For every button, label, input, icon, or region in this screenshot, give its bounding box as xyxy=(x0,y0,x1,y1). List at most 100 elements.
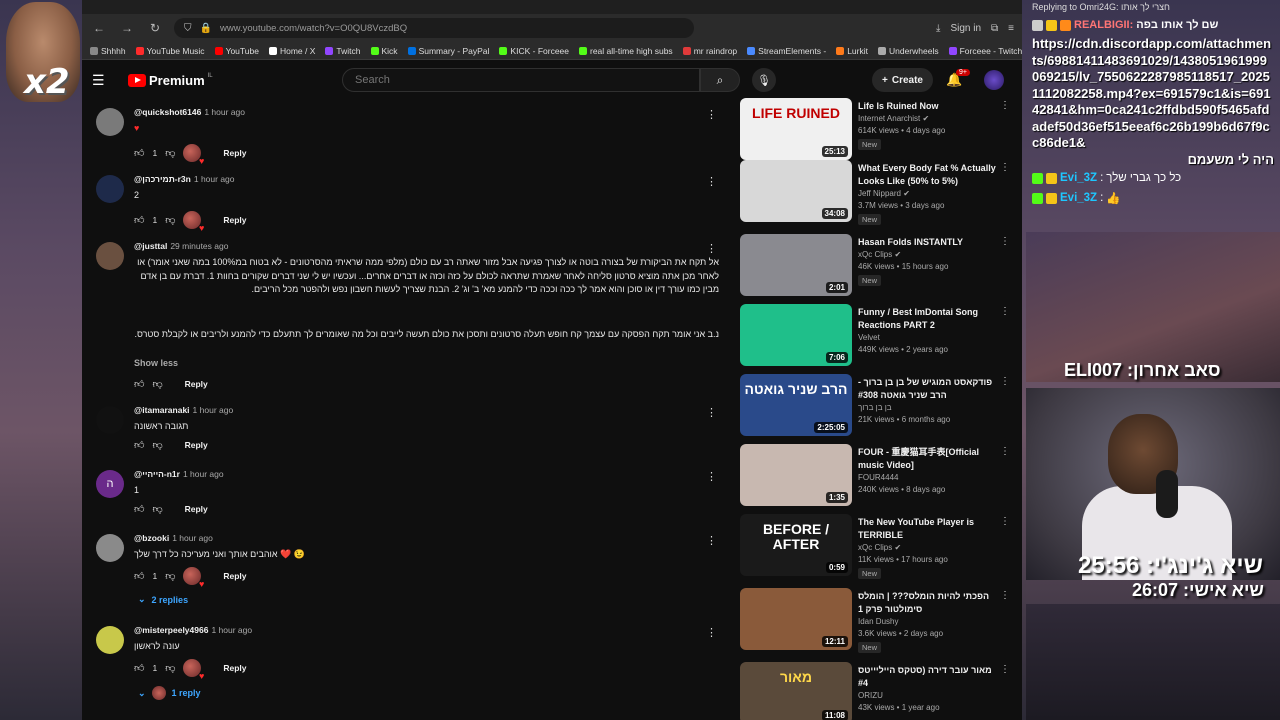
comment-time[interactable]: 1 hour ago xyxy=(172,533,213,543)
bookmark[interactable]: Forceee - Twitch xyxy=(948,46,1022,56)
video-channel[interactable]: FOUR4444 xyxy=(858,473,898,482)
address-bar[interactable]: ⛉ 🔒 www.youtube.com/watch?v=O0QU8VczdBQ xyxy=(174,18,694,38)
like-icon[interactable]: 👍︎ xyxy=(134,378,144,390)
more-icon[interactable]: ⋮ xyxy=(1000,376,1010,387)
video-thumbnail[interactable]: LIFE RUINED 25:13 xyxy=(740,98,852,160)
video-thumbnail[interactable]: הרב שניר גואטה 2:25:05 xyxy=(740,374,852,436)
video-thumbnail[interactable]: 1:35 xyxy=(740,444,852,506)
comment-author[interactable]: @תמירכהן-r3n xyxy=(134,174,191,184)
video-channel[interactable]: בן בן ברוך xyxy=(858,403,892,412)
voice-search-button[interactable]: 🎙 xyxy=(752,68,776,92)
bookmark[interactable]: YouTube xyxy=(214,46,259,56)
view-replies-button[interactable]: ⌄ 1 reply xyxy=(138,686,201,700)
reply-button[interactable]: Reply xyxy=(223,148,246,158)
menu-icon[interactable]: ≡ xyxy=(1008,23,1014,34)
reply-button[interactable]: Reply xyxy=(185,379,208,389)
more-icon[interactable]: ⋮ xyxy=(1000,446,1010,457)
avatar[interactable] xyxy=(96,406,124,434)
like-icon[interactable]: 👍︎ xyxy=(134,439,144,451)
video-thumbnail[interactable]: BEFORE / AFTER 0:59 xyxy=(740,514,852,576)
video-channel[interactable]: xQc Clips ✔ xyxy=(858,250,901,259)
more-icon[interactable]: ⋮ xyxy=(706,175,717,188)
video-channel[interactable]: Jeff Nippard ✔ xyxy=(858,189,910,198)
reload-icon[interactable]: ↻ xyxy=(146,21,164,35)
bookmark[interactable]: KICK - Forceee xyxy=(499,46,569,56)
video-thumbnail[interactable]: 2:01 xyxy=(740,234,852,296)
account-avatar[interactable] xyxy=(984,70,1004,90)
video-thumbnail[interactable]: 34:08 xyxy=(740,160,852,222)
view-replies-button[interactable]: ⌄ 2 replies xyxy=(138,594,188,605)
video-thumbnail[interactable]: 7:06 xyxy=(740,304,852,366)
video-item[interactable]: LIFE RUINED 25:13 Life Is Ruined Now Intern… xyxy=(740,98,1012,164)
more-icon[interactable]: ⋮ xyxy=(706,108,717,121)
show-less-button[interactable]: Show less xyxy=(134,358,178,368)
like-icon[interactable]: 👍︎ xyxy=(134,570,144,582)
extensions-icon[interactable]: ⧉ xyxy=(991,23,998,34)
avatar[interactable] xyxy=(96,175,124,203)
video-title[interactable]: What Every Body Fat % Actually Looks Lik… xyxy=(858,162,996,187)
reply-button[interactable]: Reply xyxy=(223,215,246,225)
forward-icon[interactable]: → xyxy=(118,21,136,35)
avatar[interactable] xyxy=(96,626,124,654)
comment-time[interactable]: 1 hour ago xyxy=(204,107,245,117)
video-item[interactable]: 7:06 Funny / Best ImDontai Song Reactions… xyxy=(740,304,1012,370)
dislike-icon[interactable]: 👎︎ xyxy=(165,570,175,582)
avatar[interactable] xyxy=(96,534,124,562)
video-item[interactable]: הרב שניר גואטה 2:25:05 פודקאסט המוגיש של ב… xyxy=(740,374,1012,440)
comment-author[interactable]: @הייהיי-n1r xyxy=(134,469,180,479)
bookmark[interactable]: Twitch xyxy=(325,46,361,56)
more-icon[interactable]: ⋮ xyxy=(1000,236,1010,247)
like-icon[interactable]: 👍︎ xyxy=(134,214,144,226)
comment-author[interactable]: @misterpeely4966 xyxy=(134,625,208,635)
create-button[interactable]: + Create xyxy=(872,68,933,92)
bookmark[interactable]: YouTube Music xyxy=(135,46,205,56)
more-icon[interactable]: ⋮ xyxy=(706,470,717,483)
comment-author[interactable]: @quickshot6146 xyxy=(134,107,201,117)
video-channel[interactable]: Velvet xyxy=(858,333,880,342)
reply-button[interactable]: Reply xyxy=(223,571,246,581)
more-icon[interactable]: ⋮ xyxy=(1000,664,1010,675)
video-title[interactable]: פודקאסט המוגיש של בן בן ברוך - הרב שניר … xyxy=(858,376,996,401)
bookmark[interactable]: StreamElements - xyxy=(747,46,826,56)
video-item[interactable]: BEFORE / AFTER 0:59 The New YouTube Player… xyxy=(740,514,1012,580)
more-icon[interactable]: ⋮ xyxy=(706,534,717,547)
comment-time[interactable]: 29 minutes ago xyxy=(170,241,228,251)
reply-button[interactable]: Reply xyxy=(185,440,208,450)
reply-button[interactable]: Reply xyxy=(223,663,246,673)
bookmark[interactable]: Summary - PayPal xyxy=(407,46,489,56)
more-icon[interactable]: ⋮ xyxy=(1000,100,1010,111)
more-icon[interactable]: ⋮ xyxy=(1000,516,1010,527)
comment-time[interactable]: 1 hour ago xyxy=(183,469,224,479)
video-title[interactable]: Funny / Best ImDontai Song Reactions PAR… xyxy=(858,306,996,331)
video-item[interactable]: 12:11 הפכתי להיות הומלס??? | הומלס סימולט… xyxy=(740,588,1012,654)
video-thumbnail[interactable]: מאור 11:08 xyxy=(740,662,852,720)
video-item[interactable]: מאור 11:08 מאור עובר דירה (סטקס הייליייטס … xyxy=(740,662,1012,720)
more-icon[interactable]: ⋮ xyxy=(706,242,717,255)
like-icon[interactable]: 👍︎ xyxy=(134,662,144,674)
dislike-icon[interactable]: 👎︎ xyxy=(152,439,162,451)
dislike-icon[interactable]: 👎︎ xyxy=(165,147,175,159)
search-button[interactable]: ⌕ xyxy=(700,68,740,92)
comment-author[interactable]: @justtal xyxy=(134,241,167,251)
video-channel[interactable]: ORIZU xyxy=(858,691,883,700)
more-icon[interactable]: ⋮ xyxy=(1000,162,1010,173)
video-channel[interactable]: Internet Anarchist ✔ xyxy=(858,114,929,123)
dislike-icon[interactable]: 👎︎ xyxy=(165,662,175,674)
video-title[interactable]: Life Is Ruined Now xyxy=(858,100,996,113)
comment-author[interactable]: @bzooki xyxy=(134,533,169,543)
bookmark[interactable]: Shhhh xyxy=(90,46,126,56)
bookmark[interactable]: mr raindrop xyxy=(682,46,737,56)
avatar[interactable]: ה xyxy=(96,470,124,498)
video-item[interactable]: 1:35 FOUR - 重慶猫耳手表[Official music Video] F… xyxy=(740,444,1012,510)
search-input[interactable] xyxy=(355,74,699,86)
like-icon[interactable]: 👍︎ xyxy=(134,147,144,159)
signin-button[interactable]: Sign in xyxy=(950,23,981,34)
bookmark[interactable]: real all-time high subs xyxy=(579,46,673,56)
video-item[interactable]: 34:08 What Every Body Fat % Actually Look… xyxy=(740,160,1012,226)
dislike-icon[interactable]: 👎︎ xyxy=(152,378,162,390)
hamburger-icon[interactable]: ☰ xyxy=(92,72,114,89)
dislike-icon[interactable]: 👎︎ xyxy=(165,214,175,226)
avatar[interactable] xyxy=(96,108,124,136)
bookmark[interactable]: Lurkit xyxy=(836,46,868,56)
like-icon[interactable]: 👍︎ xyxy=(134,503,144,515)
